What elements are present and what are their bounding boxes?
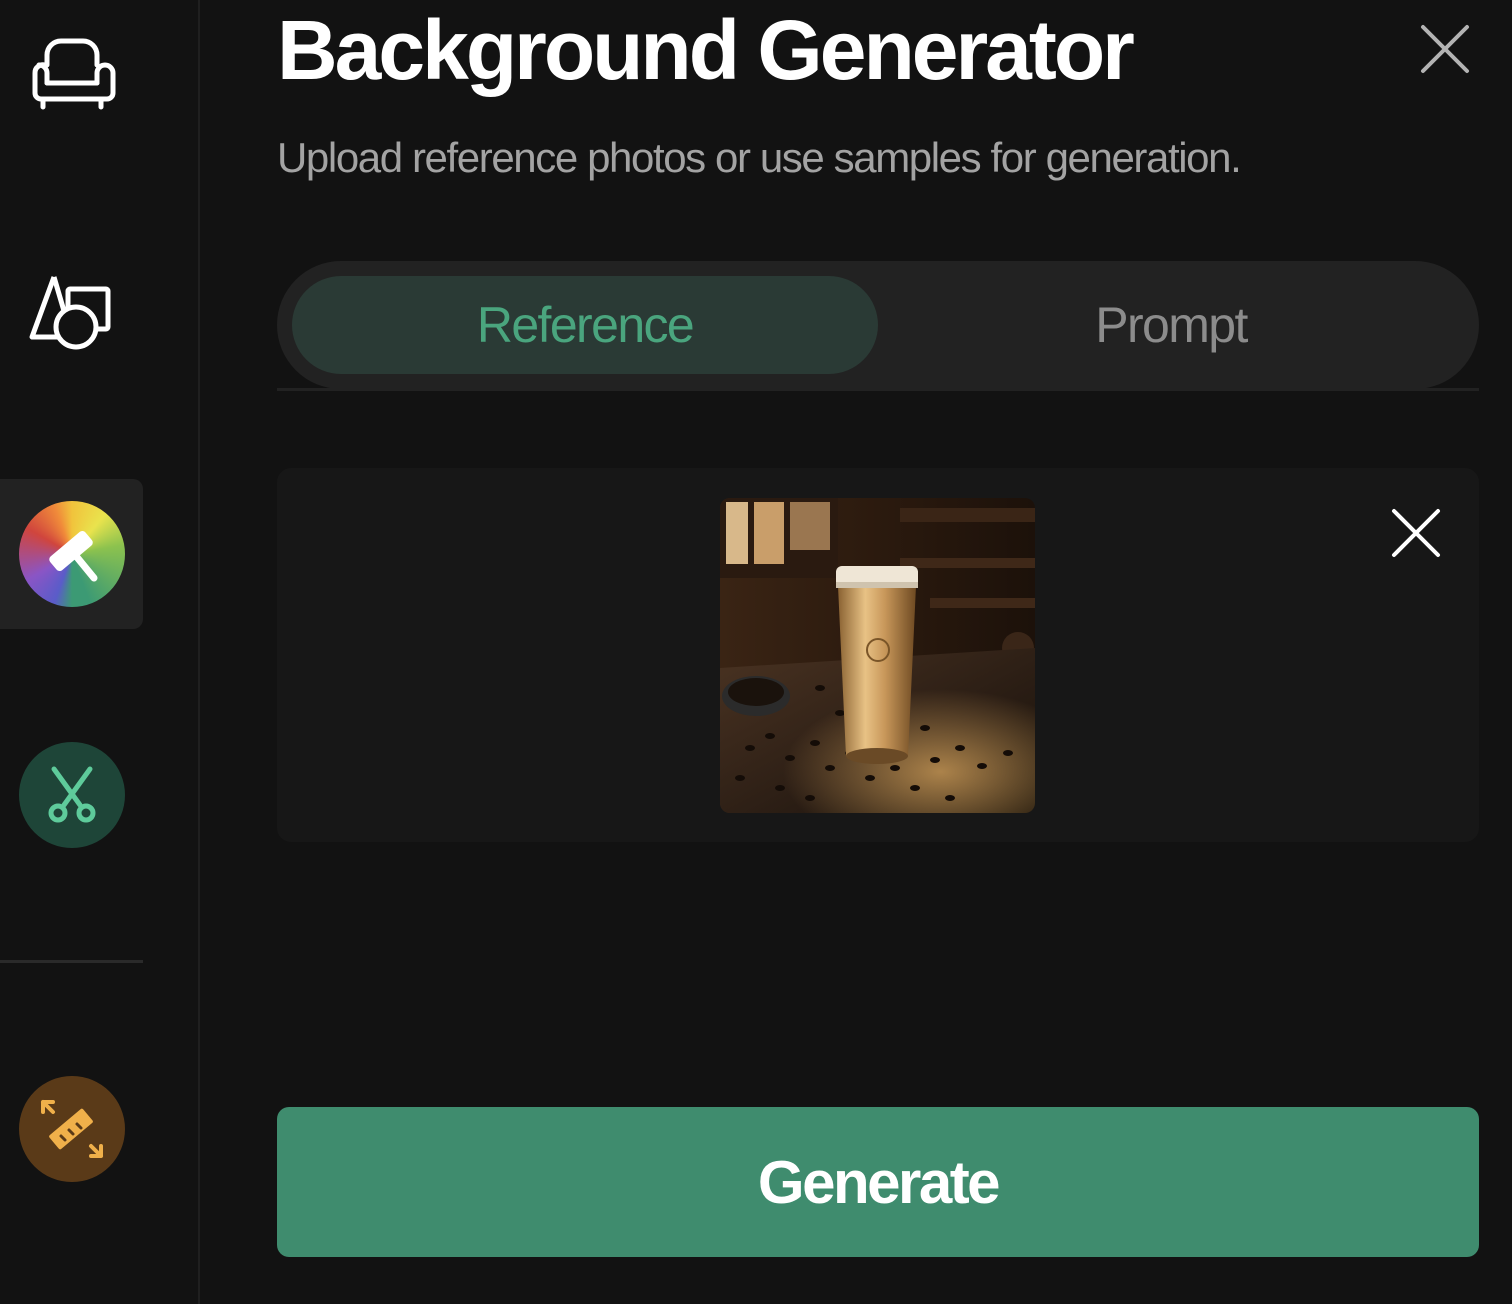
sidebar — [0, 0, 200, 1304]
reference-panel — [277, 468, 1479, 842]
generate-button[interactable]: Generate — [277, 1107, 1479, 1257]
close-icon — [1392, 509, 1440, 557]
sidebar-item-shapes[interactable] — [0, 238, 143, 388]
reference-image[interactable] — [720, 498, 1035, 813]
close-icon — [1421, 25, 1469, 73]
tab-prompt[interactable]: Prompt — [878, 276, 1464, 374]
sidebar-divider — [0, 960, 143, 963]
remove-reference-button[interactable] — [1389, 506, 1443, 560]
page-title: Background Generator — [277, 3, 1135, 97]
coffee-tumbler-photo — [720, 498, 1035, 813]
background-generator-icon — [18, 501, 125, 607]
sidebar-item-resize[interactable] — [0, 1054, 143, 1204]
app-window: Background Generator Upload reference ph… — [0, 0, 1512, 1304]
resize-ruler-icon — [18, 1076, 125, 1182]
sidebar-item-furniture[interactable] — [0, 0, 143, 150]
sidebar-item-background-generator[interactable] — [0, 479, 143, 629]
mode-tabs: Reference Prompt — [277, 261, 1479, 389]
sofa-icon — [32, 38, 115, 110]
tab-reference[interactable]: Reference — [292, 276, 878, 374]
shapes-icon — [29, 276, 110, 350]
sidebar-item-cutout[interactable] — [0, 720, 143, 870]
tabs-divider — [277, 388, 1479, 391]
page-subtitle: Upload reference photos or use samples f… — [277, 134, 1242, 181]
close-button[interactable] — [1416, 20, 1474, 78]
scissors-icon — [18, 742, 125, 848]
